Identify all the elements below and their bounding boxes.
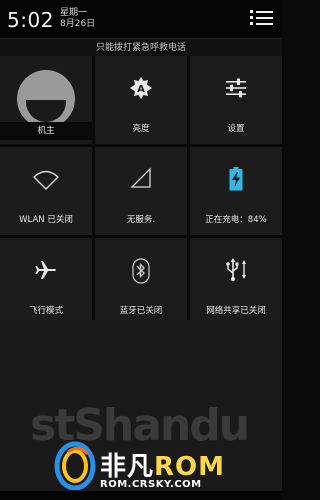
wifi-icon [33,170,59,190]
tile-wlan[interactable]: WLAN 已关闭 [0,147,92,235]
tile-brightness[interactable]: A 亮度 [95,56,187,144]
brightness-auto-icon: A [130,77,152,99]
settings-sliders-icon [226,78,246,98]
watermark-url: ROM.CRSKY.COM [100,479,202,490]
emergency-only-notice: 只能拨打紧急呼救电话 [0,38,282,56]
tile-battery-label: 正在充电：84% [205,215,267,225]
user-avatar-icon [17,70,75,128]
battery-charging-icon [229,167,243,191]
tile-settings-label: 设置 [227,124,245,134]
tile-battery[interactable]: 正在充电：84% [190,147,282,235]
crsky-logo-icon [54,441,96,490]
status-header: 5:02 星期一 8月26日 [0,0,282,38]
date-label: 8月26日 [60,19,96,29]
panel-drag-handle[interactable] [0,491,282,500]
date-info: 星期一 8月26日 [60,8,95,30]
weekday-label: 星期一 [60,8,88,18]
tile-wlan-label: WLAN 已关闭 [19,215,73,225]
watermark-brand-prefix: 非凡 [100,452,155,482]
svg-text:A: A [137,84,145,95]
tile-airplane-mode[interactable]: 飞行模式 [0,238,92,326]
tile-tethering[interactable]: 网络共享已关闭 [190,238,282,326]
tile-airplane-label: 飞行模式 [28,306,63,316]
watermark-brand: 非凡ROM [100,446,225,483]
signal-icon [130,167,151,188]
quick-settings-grid: 机主 A 亮度 设置 WLAN 已关闭 无服务. 正在充电：84% 飞行模式 蓝… [0,56,282,326]
tile-signal-label: 无服务. [126,215,156,225]
tile-tethering-label: 网络共享已关闭 [206,306,266,316]
clock-time: 5:02 [7,8,54,32]
quick-settings-toggle-icon[interactable] [250,8,274,30]
tile-brightness-label: 亮度 [132,124,150,134]
bluetooth-icon [132,258,150,284]
tile-owner[interactable]: 机主 [0,56,92,144]
airplane-icon [35,261,56,279]
usb-tethering-icon [226,258,246,281]
tile-mobile-signal[interactable]: 无服务. [95,147,187,235]
watermark-brand-rom: ROM [154,452,226,482]
tile-bluetooth[interactable]: 蓝牙已关闭 [95,238,187,326]
tile-bluetooth-label: 蓝牙已关闭 [119,306,163,316]
tile-owner-label: 机主 [0,122,92,140]
tile-settings[interactable]: 设置 [190,56,282,144]
